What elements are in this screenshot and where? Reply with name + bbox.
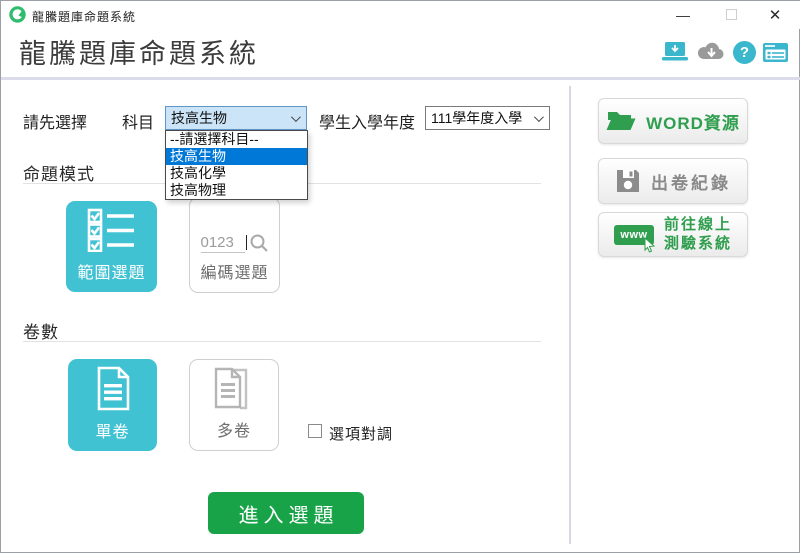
header-divider bbox=[1, 77, 800, 80]
app-logo-icon bbox=[9, 6, 26, 23]
code-select-label: 編碼選題 bbox=[200, 259, 268, 292]
word-resource-label: WORD資源 bbox=[646, 109, 740, 134]
text-caret bbox=[246, 235, 247, 250]
chevron-down-icon bbox=[291, 112, 301, 122]
cursor-icon bbox=[642, 237, 658, 253]
close-button[interactable]: ✕ bbox=[753, 1, 797, 28]
swap-options-checkbox[interactable] bbox=[308, 424, 322, 438]
subject-select[interactable]: 技高生物 bbox=[165, 106, 307, 130]
document-icon bbox=[92, 359, 134, 418]
search-icon bbox=[249, 233, 269, 253]
dropdown-option-selected[interactable]: 技高生物 bbox=[166, 148, 307, 165]
vertical-divider bbox=[569, 86, 571, 544]
cloud-download-icon[interactable] bbox=[696, 40, 727, 64]
dropdown-option[interactable]: 技高物理 bbox=[166, 182, 307, 199]
laptop-download-icon[interactable] bbox=[660, 40, 690, 64]
code-entry: 0123 bbox=[201, 198, 269, 259]
documents-stack-icon bbox=[210, 360, 258, 417]
page-title: 龍騰題庫命題系統 bbox=[19, 32, 259, 71]
exam-record-button[interactable]: 出卷紀錄 bbox=[598, 158, 748, 204]
section-divider bbox=[23, 341, 541, 342]
folder-icon bbox=[606, 109, 636, 133]
online-test-label: 前往線上 測驗系統 bbox=[664, 216, 732, 254]
dropdown-option[interactable]: --請選擇科目-- bbox=[166, 131, 307, 148]
multi-paper-label: 多卷 bbox=[217, 417, 251, 450]
enter-selection-button[interactable]: 進入選題 bbox=[208, 492, 364, 534]
maximize-button bbox=[711, 1, 751, 28]
help-icon[interactable]: ? bbox=[733, 41, 756, 64]
save-icon bbox=[615, 168, 641, 194]
code-select-tile[interactable]: 0123 編碼選題 bbox=[189, 197, 280, 293]
mode-section-title: 命題模式 bbox=[23, 160, 95, 185]
subject-label: 科目 bbox=[122, 109, 154, 133]
chevron-down-icon bbox=[534, 112, 544, 122]
online-test-button[interactable]: www 前往線上 測驗系統 bbox=[598, 212, 748, 257]
range-select-label: 範圍選題 bbox=[77, 259, 145, 292]
app-window: { "window": { "titlebar_title": "龍騰題庫命題系… bbox=[0, 0, 800, 553]
word-resource-button[interactable]: WORD資源 bbox=[598, 98, 748, 144]
code-input-value: 0123 bbox=[201, 234, 234, 251]
online-test-line2: 測驗系統 bbox=[664, 235, 732, 252]
subject-dropdown-list: --請選擇科目-- 技高生物 技高化學 技高物理 bbox=[165, 130, 308, 200]
www-icon: www bbox=[614, 225, 654, 245]
maximize-icon bbox=[726, 9, 737, 20]
year-select[interactable]: 111學年度入學 bbox=[425, 106, 550, 130]
online-test-line1: 前往線上 bbox=[664, 216, 732, 233]
single-paper-label: 單卷 bbox=[95, 418, 129, 451]
year-select-value: 111學年度入學 bbox=[431, 108, 522, 128]
exam-record-label: 出卷紀錄 bbox=[651, 169, 731, 194]
titlebar-title: 龍騰題庫命題系統 bbox=[32, 8, 136, 25]
minimize-button[interactable]: — bbox=[663, 1, 703, 28]
year-label: 學生入學年度 bbox=[319, 109, 415, 133]
copies-section-title: 卷數 bbox=[23, 318, 59, 343]
code-input[interactable]: 0123 bbox=[201, 234, 245, 253]
exam-list-icon[interactable] bbox=[762, 41, 789, 64]
multi-paper-tile[interactable]: 多卷 bbox=[189, 359, 279, 451]
header-toolbar: ? bbox=[660, 39, 789, 65]
dropdown-option[interactable]: 技高化學 bbox=[166, 165, 307, 182]
checklist-icon bbox=[87, 201, 137, 259]
swap-options-label: 選項對調 bbox=[329, 423, 393, 444]
single-paper-tile[interactable]: 單卷 bbox=[68, 359, 157, 451]
prompt-label: 請先選擇 bbox=[23, 109, 87, 133]
range-select-tile[interactable]: 範圍選題 bbox=[66, 201, 157, 292]
titlebar: 龍騰題庫命題系統 — ✕ bbox=[1, 1, 800, 29]
subject-select-value: 技高生物 bbox=[171, 108, 227, 128]
